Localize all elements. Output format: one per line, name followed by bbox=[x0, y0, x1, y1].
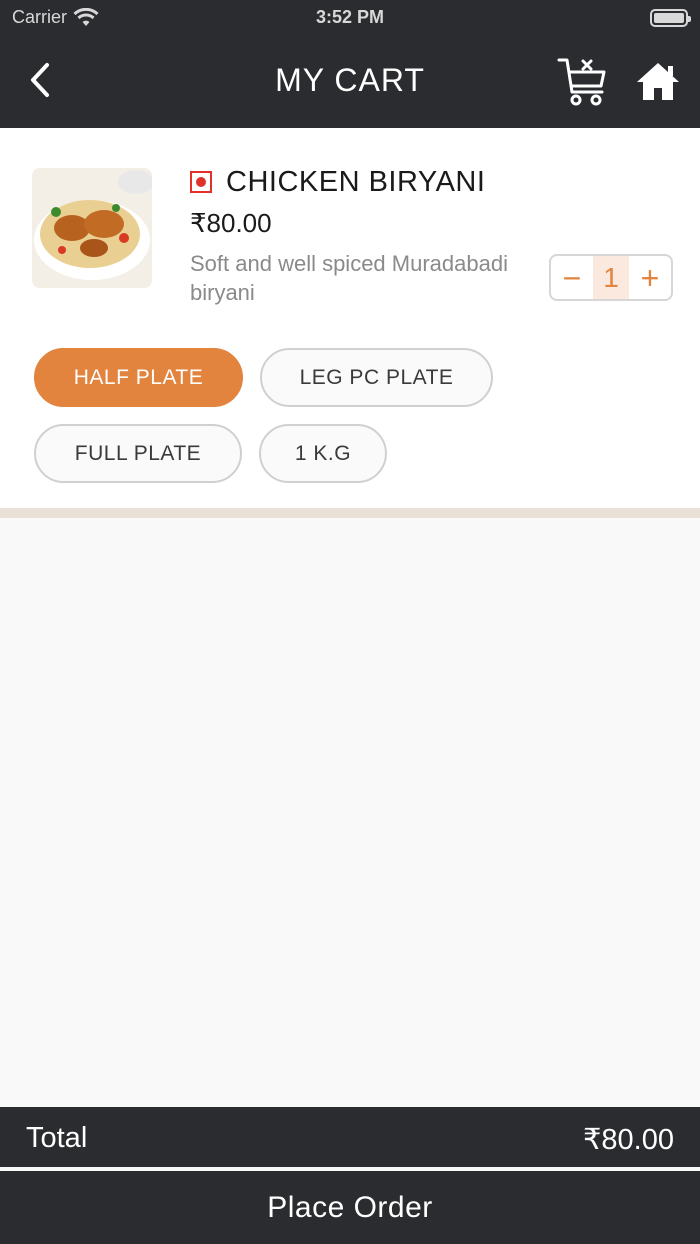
status-bar: Carrier 3:52 PM bbox=[0, 0, 700, 36]
option-half-plate[interactable]: HALF PLATE bbox=[34, 348, 243, 407]
non-veg-marker-icon bbox=[190, 171, 212, 193]
item-description: Soft and well spiced Muradabadi biryani bbox=[190, 251, 508, 305]
option-leg-pc-plate[interactable]: LEG PC PLATE bbox=[260, 348, 493, 407]
quantity-stepper: − 1 + bbox=[549, 254, 673, 301]
divider bbox=[0, 508, 700, 518]
status-time: 3:52 PM bbox=[315, 7, 385, 27]
quantity-value: 1 bbox=[593, 256, 629, 299]
total-label: Total bbox=[26, 1122, 88, 1154]
decrement-button[interactable]: − bbox=[551, 256, 593, 299]
home-button[interactable] bbox=[634, 58, 682, 106]
option-1-kg[interactable]: 1 K.G bbox=[259, 424, 387, 483]
option-full-plate[interactable]: FULL PLATE bbox=[34, 424, 242, 483]
place-order-button[interactable]: Place Order bbox=[0, 1171, 700, 1244]
total-bar: Total ₹80.00 bbox=[0, 1107, 700, 1167]
cart-remove-icon bbox=[557, 58, 606, 106]
item-price: ₹80.00 bbox=[190, 208, 272, 238]
total-amount: ₹80.00 bbox=[582, 1124, 674, 1156]
item-image bbox=[32, 168, 152, 288]
home-icon bbox=[637, 63, 679, 100]
increment-button[interactable]: + bbox=[629, 256, 671, 299]
navigation-bar: Carrier 3:52 PM MY CART bbox=[0, 0, 700, 128]
clear-cart-button[interactable] bbox=[556, 54, 610, 108]
item-name: CHICKEN BIRYANI bbox=[226, 166, 486, 198]
cart-item-card: CHICKEN BIRYANI ₹80.00 Soft and well spi… bbox=[0, 128, 700, 508]
battery-icon bbox=[650, 9, 691, 27]
